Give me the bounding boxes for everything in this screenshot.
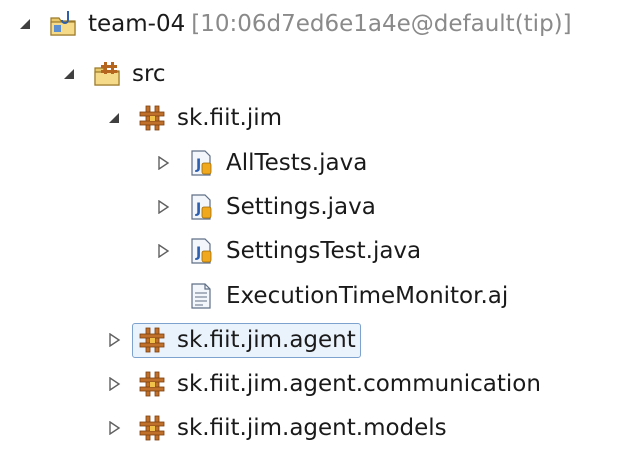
tree-row-package[interactable]: sk.fiit.jim.agent.communication — [103, 362, 541, 406]
project-name: team-04 — [88, 11, 186, 37]
file-label: SettingsTest.java — [226, 238, 422, 264]
collapsed-arrow-icon[interactable] — [103, 329, 125, 351]
src-label: src — [132, 61, 166, 87]
package-label: sk.fiit.jim.agent.communication — [177, 371, 541, 397]
expanded-arrow-icon[interactable] — [58, 63, 80, 85]
collapsed-arrow-icon[interactable] — [103, 373, 125, 395]
file-label: Settings.java — [226, 194, 376, 220]
tree-row-file[interactable]: J AllTests.java — [152, 141, 367, 185]
package-icon — [137, 325, 167, 355]
project-folder-icon — [48, 9, 78, 39]
file-label: ExecutionTimeMonitor.aj — [226, 283, 509, 309]
java-file-icon: J — [186, 148, 216, 178]
java-file-icon: J — [186, 192, 216, 222]
svg-text:J: J — [195, 245, 201, 261]
java-file-icon: J — [186, 236, 216, 266]
tree-row-file[interactable]: J Settings.java — [152, 185, 376, 229]
expanded-arrow-icon[interactable] — [14, 13, 36, 35]
package-label: sk.fiit.jim.agent — [177, 326, 356, 353]
tree-row-package[interactable]: sk.fiit.jim.agent — [103, 318, 361, 362]
tree-row-src[interactable]: src — [58, 52, 166, 96]
tree-row-file[interactable]: ExecutionTimeMonitor.aj — [152, 274, 508, 318]
selection-highlight[interactable]: sk.fiit.jim.agent — [132, 322, 361, 358]
collapsed-arrow-icon[interactable] — [152, 152, 174, 174]
aspect-file-icon — [186, 281, 216, 311]
package-explorer-tree: team-04 [10:06d7ed6e1a4e@default(tip)] s… — [0, 0, 627, 443]
collapsed-arrow-icon[interactable] — [103, 417, 125, 439]
package-icon — [137, 103, 167, 133]
tree-row-file[interactable]: J SettingsTest.java — [152, 229, 421, 273]
tree-row-package-main[interactable]: sk.fiit.jim — [103, 96, 282, 140]
file-label: AllTests.java — [226, 150, 368, 176]
source-folder-icon — [92, 59, 122, 89]
package-label: sk.fiit.jim.agent.models — [177, 415, 447, 441]
tree-row-package[interactable]: sk.fiit.jim.agent.models — [103, 406, 447, 450]
svg-text:J: J — [195, 157, 201, 173]
tree-row-project[interactable]: team-04 [10:06d7ed6e1a4e@default(tip)] — [14, 2, 572, 46]
no-toggle-spacer — [152, 285, 174, 307]
expanded-arrow-icon[interactable] — [103, 107, 125, 129]
package-label: sk.fiit.jim — [177, 105, 283, 131]
collapsed-arrow-icon[interactable] — [152, 196, 174, 218]
collapsed-arrow-icon[interactable] — [152, 240, 174, 262]
package-icon — [137, 413, 167, 443]
package-icon — [137, 369, 167, 399]
project-repo-meta: [10:06d7ed6e1a4e@default(tip)] — [191, 11, 572, 37]
svg-text:J: J — [195, 201, 201, 217]
